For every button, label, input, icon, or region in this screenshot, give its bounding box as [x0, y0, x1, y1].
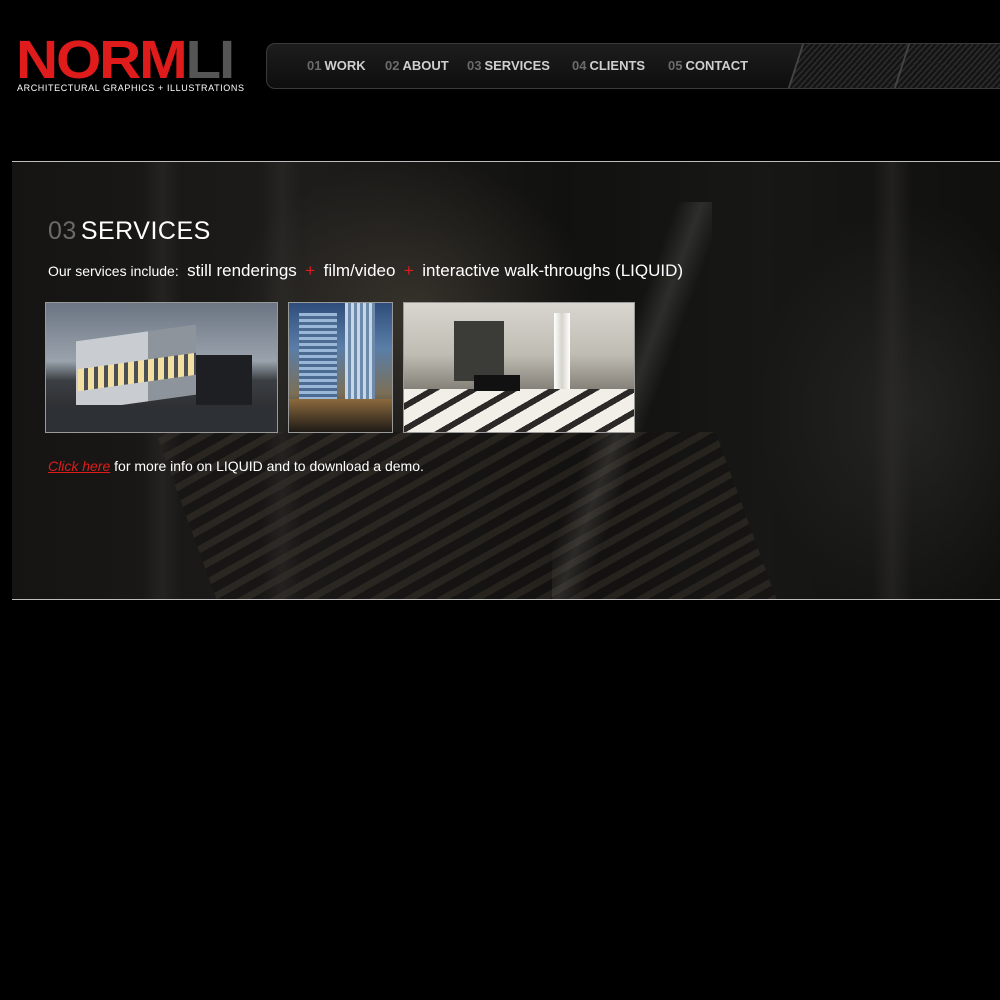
- nav-item-about[interactable]: 02 ABOUT: [385, 44, 449, 88]
- nav-number: 03: [467, 58, 482, 73]
- tower-left: [299, 313, 337, 413]
- nav-decoration-stripes: [787, 44, 913, 88]
- background-curtain: [872, 162, 912, 599]
- service-still-renderings: still renderings: [187, 261, 297, 280]
- nav-item-contact[interactable]: 05 CONTACT: [668, 44, 748, 88]
- logo-li: LI: [185, 30, 236, 90]
- nav-number: 05: [668, 58, 683, 73]
- lobby-desk: [474, 375, 520, 391]
- plus-separator: +: [305, 261, 316, 280]
- plus-separator: +: [403, 261, 414, 280]
- logo-tagline: ARCHITECTURAL GRAPHICS + ILLUSTRATIONS: [17, 83, 245, 93]
- road: [46, 405, 277, 432]
- nav-item-clients[interactable]: 04 CLIENTS: [572, 44, 645, 88]
- nav-label: CONTACT: [685, 58, 749, 73]
- tower-right: [345, 303, 375, 413]
- thumbnail-lobby-interior[interactable]: [403, 302, 635, 433]
- nav-number: 04: [572, 58, 587, 73]
- nav-label: SERVICES: [484, 58, 550, 73]
- nav-label: CLIENTS: [589, 58, 646, 73]
- nav-label: WORK: [324, 58, 366, 73]
- liquid-info-text: for more info on LIQUID and to download …: [110, 458, 424, 474]
- lobby-floor: [404, 389, 634, 432]
- street-level: [289, 399, 392, 432]
- liquid-info-line: Click here for more info on LIQUID and t…: [48, 458, 424, 474]
- logo-norm: NORM: [16, 30, 188, 90]
- nav-number: 02: [385, 58, 400, 73]
- nav-number: 01: [307, 58, 322, 73]
- service-film-video: film/video: [323, 261, 396, 280]
- services-panel: 03 SERVICES Our services include: still r…: [12, 161, 1000, 600]
- services-intro: Our services include:: [48, 263, 179, 279]
- section-name: SERVICES: [80, 217, 211, 245]
- nav-label: ABOUT: [402, 58, 449, 73]
- service-walkthroughs: interactive walk-throughs (LIQUID): [422, 261, 684, 280]
- nav-item-work[interactable]: 01 WORK: [307, 44, 366, 88]
- lobby-feature-wall: [454, 321, 504, 381]
- thumbnail-building-rendering[interactable]: [45, 302, 278, 433]
- building-annex: [196, 355, 252, 405]
- services-list: Our services include: still renderings +…: [48, 261, 683, 281]
- site-logo[interactable]: NORMLI ARCHITECTURAL GRAPHICS + ILLUSTRA…: [16, 33, 248, 98]
- click-here-link[interactable]: Click here: [48, 458, 110, 474]
- page-title: 03 SERVICES: [48, 217, 211, 246]
- thumbnail-city-towers[interactable]: [288, 302, 393, 433]
- main-nav: 01 WORK 02 ABOUT 03 SERVICES 04 CLIENTS 05 CO…: [266, 43, 1000, 89]
- section-number: 03: [48, 217, 77, 245]
- logo-wordmark: NORMLI: [16, 33, 235, 87]
- nav-decoration-stripes: [893, 44, 1000, 88]
- nav-item-services[interactable]: 03 SERVICES: [467, 44, 550, 88]
